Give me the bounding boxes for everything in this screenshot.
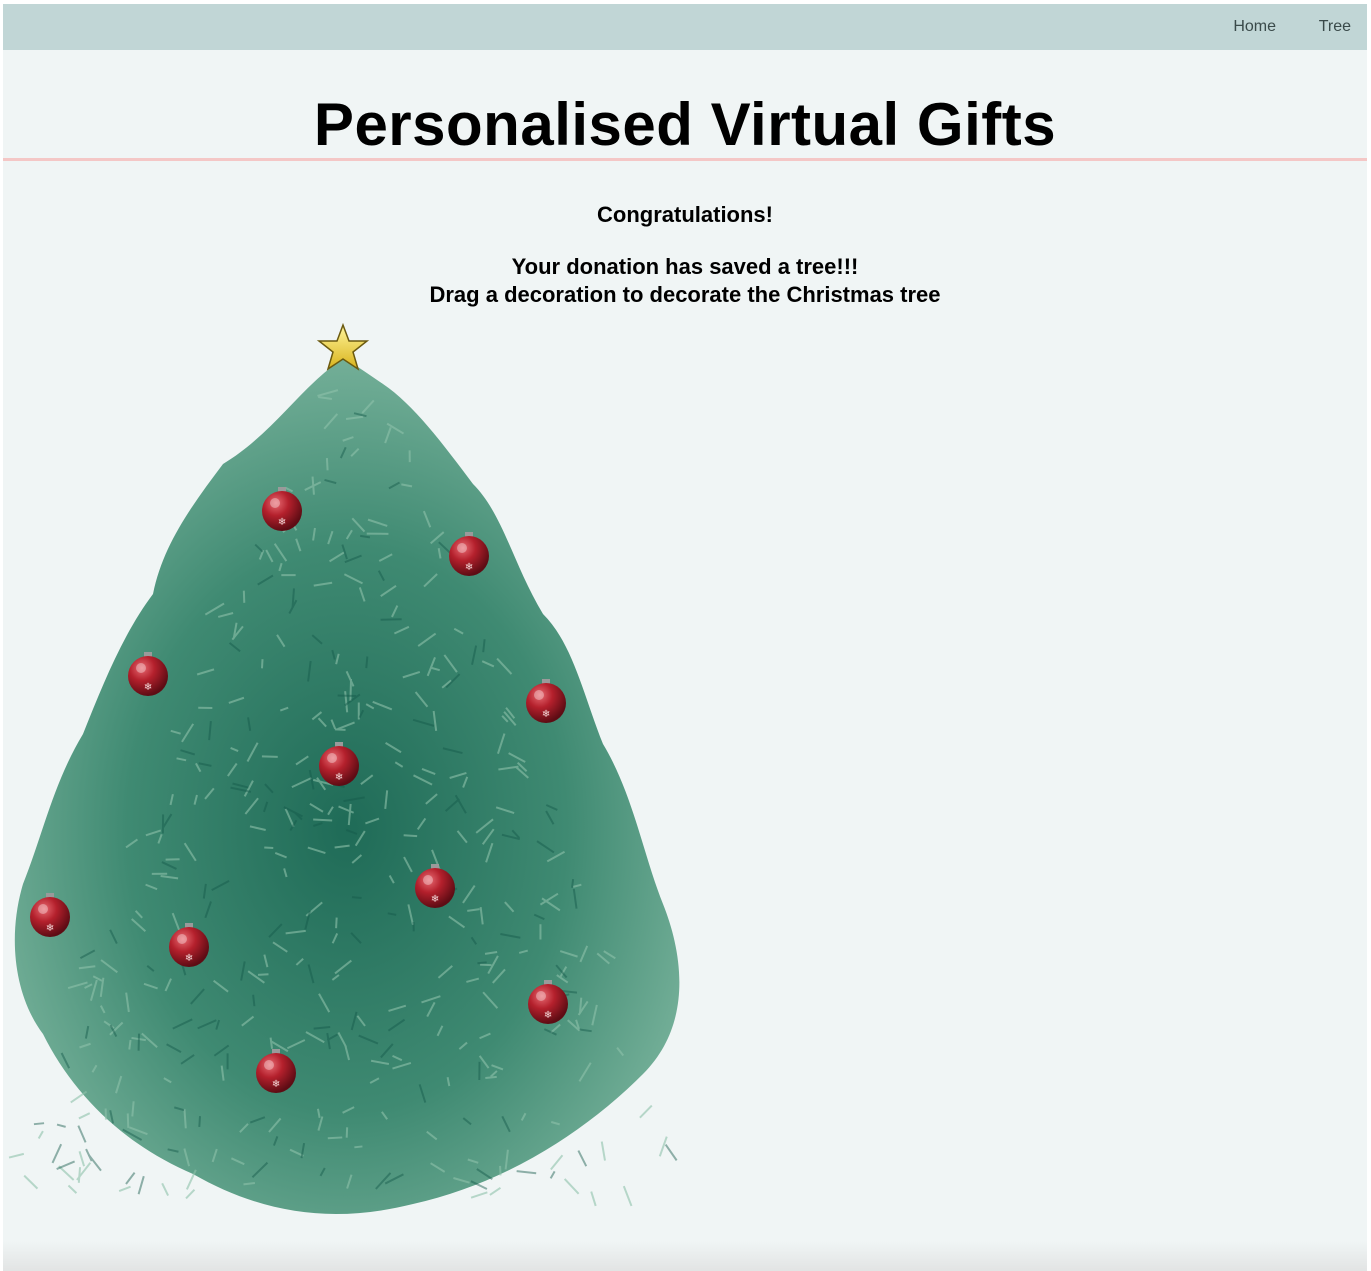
svg-text:❄: ❄ bbox=[144, 682, 152, 693]
title-divider bbox=[3, 158, 1367, 161]
svg-text:❄: ❄ bbox=[544, 1010, 552, 1021]
congratulations-text: Congratulations! bbox=[597, 202, 773, 227]
svg-text:❄: ❄ bbox=[278, 517, 286, 528]
nav-link-tree[interactable]: Tree bbox=[1319, 18, 1351, 36]
svg-text:❄: ❄ bbox=[335, 772, 343, 783]
page-title: Personalised Virtual Gifts bbox=[313, 91, 1057, 158]
nav-link-home[interactable]: Home bbox=[1233, 18, 1276, 36]
bottom-fade bbox=[3, 1241, 1367, 1271]
donation-message: Your donation has saved a tree!!! bbox=[511, 254, 859, 279]
tree-foliage bbox=[8, 359, 680, 1214]
top-navbar: Home Tree bbox=[3, 4, 1367, 50]
svg-text:❄: ❄ bbox=[272, 1079, 280, 1090]
christmas-tree-area: ❄ ❄ ❄ ❄ ❄ ❄ ❄ ❄ ❄ ❄ bbox=[3, 314, 703, 1234]
svg-text:❄: ❄ bbox=[46, 923, 54, 934]
svg-text:❄: ❄ bbox=[185, 953, 193, 964]
svg-text:❄: ❄ bbox=[542, 709, 550, 720]
christmas-tree-image: ❄ ❄ ❄ ❄ ❄ ❄ ❄ ❄ ❄ ❄ bbox=[8, 322, 680, 1214]
svg-text:❄: ❄ bbox=[431, 894, 439, 905]
svg-text:❄: ❄ bbox=[465, 562, 473, 573]
instruction-text: Drag a decoration to decorate the Christ… bbox=[429, 282, 941, 307]
page: Home Tree Personalised Virtual Gifts Con… bbox=[3, 4, 1367, 1271]
